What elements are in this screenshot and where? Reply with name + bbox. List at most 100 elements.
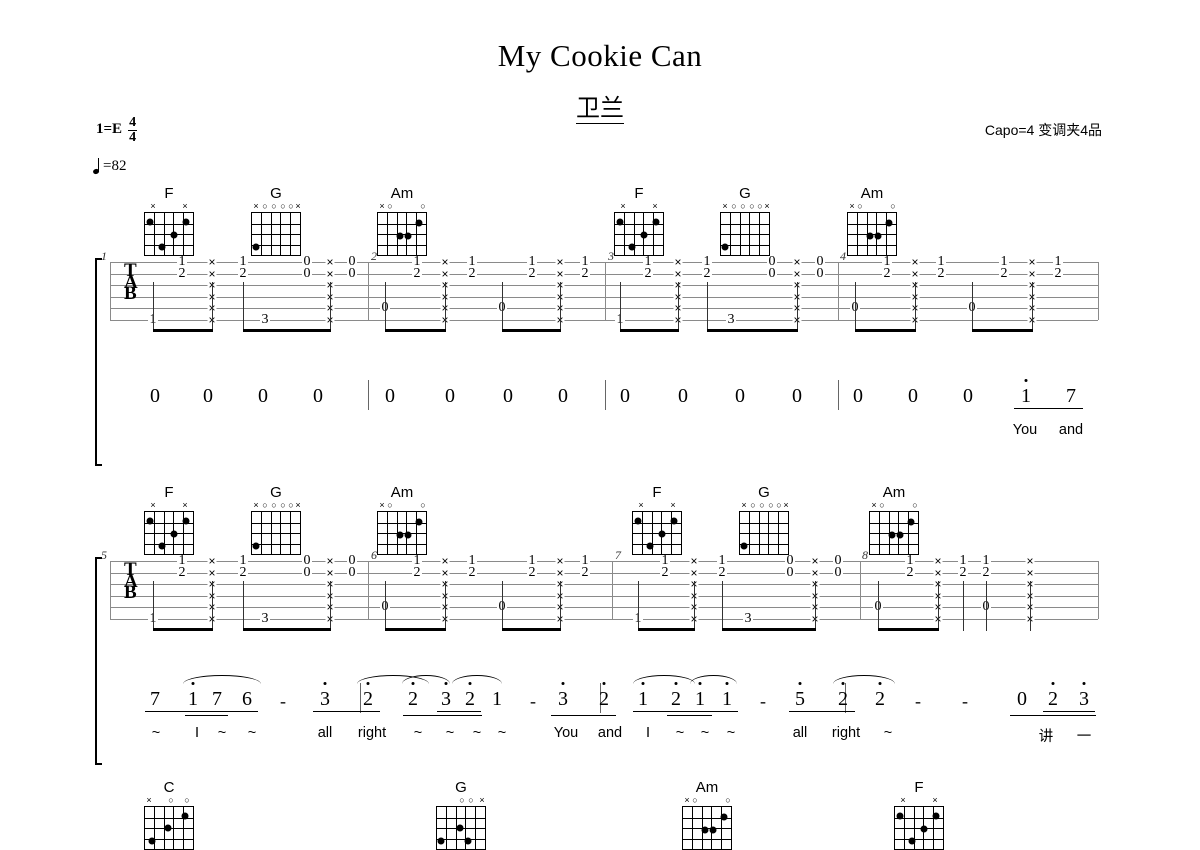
tab-string-line	[110, 285, 1098, 286]
chord-name: F	[652, 484, 662, 501]
jianpu-note: 3	[320, 682, 330, 709]
note-stem	[330, 281, 332, 332]
chord-fretboard-grid	[847, 212, 897, 256]
chord-finger-dot	[908, 837, 916, 845]
chord-fretboard-grid	[251, 212, 301, 256]
open-string-icon: ○	[184, 795, 190, 805]
chord-finger-dot	[252, 243, 260, 251]
note-stem	[212, 580, 214, 631]
note-stem	[445, 281, 447, 332]
note-stem	[938, 580, 940, 631]
note-beam	[243, 627, 332, 631]
muted-string-icon: ×	[741, 500, 747, 510]
jianpu-hold-dash: -	[280, 691, 286, 711]
chord-finger-dot	[896, 531, 904, 539]
note-beam	[153, 328, 214, 332]
jianpu-note: 5	[795, 682, 805, 709]
tab-string-line	[110, 572, 1098, 574]
chord-diagram-f: F × ×	[140, 485, 198, 555]
chord-string-markers: × ○ ○	[847, 202, 897, 212]
chord-diagram-g: G × ○ ○ ○ ○ ×	[735, 485, 793, 555]
measure-number: 8	[862, 548, 868, 562]
jianpu-hold-dash: -	[530, 691, 536, 711]
octave-dot-icon	[323, 682, 327, 685]
chord-finger-dot	[888, 531, 896, 539]
tab-system-1: TAB121××××××12300××××××00012××××××12012×…	[0, 249, 1200, 466]
lyric-syllable: right	[831, 725, 861, 741]
open-string-icon: ○	[168, 795, 174, 805]
chord-finger-dot	[396, 531, 404, 539]
tab-barline	[860, 561, 862, 619]
jianpu-note: 7	[1066, 385, 1076, 407]
chord-fretboard-grid	[436, 806, 486, 850]
open-string-icon: ○	[749, 201, 755, 211]
tab-muted-note: ×	[207, 266, 217, 281]
tab-muted-note: ×	[689, 565, 699, 580]
muted-string-icon: ×	[849, 201, 855, 211]
measure-number: 7	[615, 548, 621, 562]
tab-muted-note: ×	[673, 255, 683, 269]
numbered-notation-system-1: 0 0 0 0 0 0 0 0 0 0 0 0 0 0 0 1 7 You and	[0, 379, 1200, 440]
chord-finger-dot	[182, 218, 190, 226]
chord-fretboard-grid	[251, 511, 301, 555]
chord-diagram-f: F × ×	[628, 485, 686, 555]
chord-finger-dot	[146, 517, 154, 525]
octave-dot-icon	[1051, 682, 1055, 685]
chord-diagram-g: G × ○ ○ ○ ○ ×	[247, 485, 305, 555]
open-string-icon: ○	[776, 500, 782, 510]
tab-fret-number: 3	[743, 610, 753, 626]
muted-string-icon: ×	[295, 201, 301, 211]
jianpu-duration-underline	[1043, 711, 1095, 713]
tab-fret-number: 2	[412, 265, 422, 281]
muted-string-icon: ×	[620, 201, 626, 211]
chord-finger-dot	[920, 825, 928, 833]
chord-fretboard-grid	[869, 511, 919, 555]
tab-muted-note: ×	[440, 255, 450, 269]
chord-diagram-am: Am × ○ ○	[865, 485, 923, 555]
tab-fret-number: 2	[580, 564, 590, 580]
tab-fret-number: 2	[238, 265, 248, 281]
open-string-icon: ○	[468, 795, 474, 805]
artist-name: 卫兰	[576, 96, 624, 124]
fretboard-fret-line	[895, 828, 943, 830]
tab-fret-number: 3	[260, 311, 270, 327]
note-stem	[986, 580, 988, 631]
tab-muted-note: ×	[207, 565, 217, 580]
tab-barline	[605, 262, 607, 320]
chord-name: G	[758, 484, 770, 501]
open-string-icon: ○	[420, 500, 426, 510]
chord-finger-dot	[170, 530, 178, 538]
tab-barline	[612, 561, 614, 619]
note-stem	[972, 281, 974, 332]
capo-instruction: Capo=4 变调夹4品	[984, 122, 1102, 138]
lyric-syllable: right	[357, 725, 387, 741]
tab-muted-note: ×	[910, 266, 920, 281]
tab-muted-note: ×	[1027, 255, 1037, 269]
chord-finger-dot	[874, 232, 882, 240]
fretboard-fret-line	[145, 533, 193, 535]
chord-string-markers: × ○ ○ ○ ○ ×	[720, 202, 770, 212]
chord-name: G	[270, 484, 282, 501]
chord-string-markers: × ×	[614, 202, 664, 212]
open-string-icon: ○	[750, 500, 756, 510]
chord-diagram-c: C × ○ ○	[140, 780, 198, 850]
fretboard-fret-line	[740, 522, 788, 524]
jianpu-note: 0	[908, 385, 918, 407]
chord-finger-dot	[181, 812, 189, 820]
tab-string-line	[110, 262, 1098, 263]
chord-finger-dot	[170, 231, 178, 239]
chord-finger-dot	[720, 813, 728, 821]
lyric-syllable: ~	[445, 725, 455, 741]
note-stem	[915, 281, 917, 332]
fretboard-fret-line	[378, 244, 426, 246]
muted-string-icon: ×	[379, 201, 385, 211]
chord-finger-dot	[456, 824, 464, 832]
tab-muted-note: ×	[325, 554, 335, 568]
chord-string-markers: × ○ ○ ○ ○ ×	[251, 501, 301, 511]
lyric-syllable: and	[597, 725, 623, 741]
jianpu-note: 2	[465, 682, 475, 709]
tab-fret-number: 0	[767, 265, 777, 281]
sheet-music-page: My Cookie Can 卫兰 1=E 4 4 =82 Capo=4 变调夹4…	[0, 0, 1200, 850]
chord-fretboard-grid	[377, 511, 427, 555]
open-string-icon: ○	[725, 795, 731, 805]
